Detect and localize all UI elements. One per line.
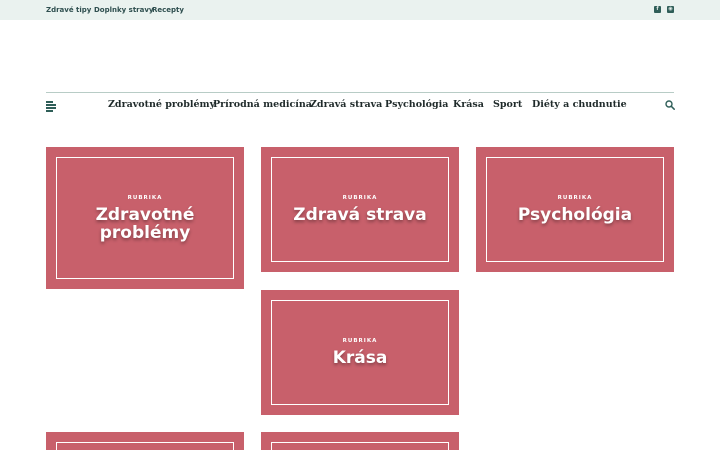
card-kicker: RUBRIKA	[342, 338, 378, 344]
hamburger-menu-icon[interactable]	[46, 101, 56, 112]
card-kicker: RUBRIKA	[557, 195, 593, 201]
nav-divider	[46, 92, 674, 93]
nav-item-diety-a-chudnutie[interactable]: Diéty a chudnutie	[532, 98, 627, 111]
top-link-doplnky-stravy[interactable]: Doplnky stravy	[94, 5, 153, 15]
category-card-partial[interactable]	[46, 432, 244, 450]
card-kicker: RUBRIKA	[342, 195, 378, 201]
card-title: Psychológia	[517, 205, 633, 225]
card-frame	[271, 442, 449, 450]
top-link-recepty[interactable]: Recepty	[152, 5, 184, 15]
nav-item-prirodna-medicina[interactable]: Prírodná medicína	[213, 98, 312, 111]
nav-item-krasa[interactable]: Krása	[453, 98, 484, 111]
nav-item-zdrava-strava[interactable]: Zdravá strava	[310, 98, 382, 111]
nav-item-sport[interactable]: Sport	[493, 98, 522, 111]
category-card-krasa[interactable]: RUBRIKA Krása	[261, 290, 459, 415]
rss-icon[interactable]: ◉	[667, 6, 674, 13]
card-title-line-1: Zdravotné	[95, 205, 195, 225]
nav-item-psychologia[interactable]: Psychológia	[385, 98, 448, 111]
category-card-partial[interactable]	[261, 432, 459, 450]
card-title-line-2: problémy	[99, 223, 191, 243]
facebook-icon[interactable]: f	[654, 6, 661, 13]
search-icon[interactable]	[665, 100, 675, 110]
top-bar: Zdravé tipy Doplnky stravy Recepty f ◉	[0, 0, 720, 20]
category-card-zdravotne-problemy[interactable]: RUBRIKA Zdravotné problémy	[46, 147, 244, 289]
card-frame	[56, 442, 234, 450]
category-card-psychologia[interactable]: RUBRIKA Psychológia	[476, 147, 674, 272]
top-link-zdrave-tipy[interactable]: Zdravé tipy	[46, 5, 91, 15]
card-kicker: RUBRIKA	[127, 195, 163, 201]
nav-item-zdravotne-problemy[interactable]: Zdravotné problémy	[108, 98, 215, 111]
card-title: Zdravotné problémy	[46, 206, 244, 242]
card-title: Krása	[332, 348, 388, 368]
card-title: Zdravá strava	[293, 205, 427, 225]
category-card-zdrava-strava[interactable]: RUBRIKA Zdravá strava	[261, 147, 459, 272]
